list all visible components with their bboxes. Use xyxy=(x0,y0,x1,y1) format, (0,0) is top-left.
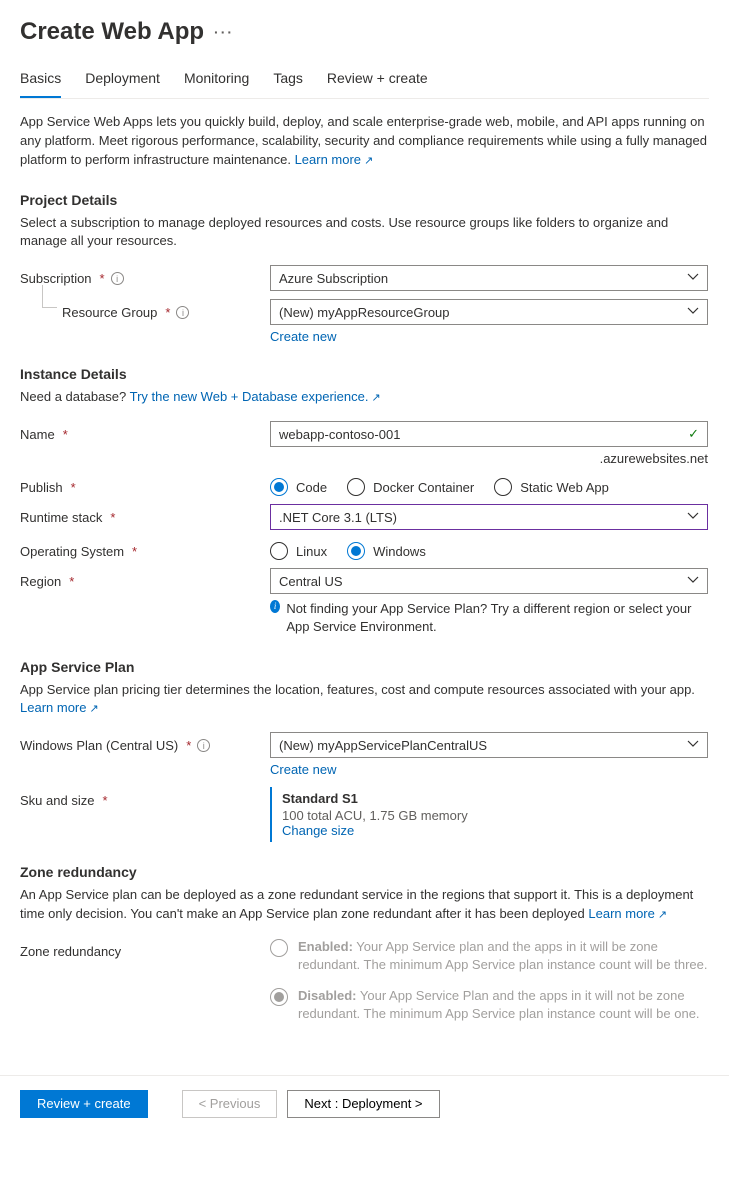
publish-radio-static[interactable]: Static Web App xyxy=(494,478,609,496)
tabs: Basics Deployment Monitoring Tags Review… xyxy=(20,70,709,99)
asp-heading: App Service Plan xyxy=(20,659,709,675)
name-label: Name xyxy=(20,427,55,442)
intro-text: App Service Web Apps lets you quickly bu… xyxy=(20,113,709,170)
page-title-text: Create Web App xyxy=(20,18,204,46)
sku-name: Standard S1 xyxy=(282,791,708,806)
name-input[interactable]: webapp-contoso-001 ✓ xyxy=(270,421,708,447)
zone-radio-enabled[interactable]: Enabled: Your App Service plan and the a… xyxy=(270,938,709,974)
info-icon[interactable]: i xyxy=(197,739,210,752)
resource-group-label: Resource Group xyxy=(62,305,157,320)
zone-label: Zone redundancy xyxy=(20,944,121,959)
chevron-down-icon xyxy=(687,305,699,320)
required-icon: * xyxy=(165,305,170,320)
tab-deployment[interactable]: Deployment xyxy=(85,70,160,98)
runtime-select[interactable]: .NET Core 3.1 (LTS) xyxy=(270,504,708,530)
review-create-button[interactable]: Review + create xyxy=(20,1090,148,1118)
os-linux-label: Linux xyxy=(296,544,327,559)
required-icon: * xyxy=(69,574,74,589)
footer-bar: Review + create < Previous Next : Deploy… xyxy=(0,1075,729,1138)
subscription-value: Azure Subscription xyxy=(279,271,388,286)
page-title: Create Web App ··· xyxy=(20,18,709,46)
create-new-plan-link[interactable]: Create new xyxy=(270,762,336,777)
tab-monitoring[interactable]: Monitoring xyxy=(184,70,249,98)
asp-desc-text: App Service plan pricing tier determines… xyxy=(20,682,695,697)
instance-db-prompt: Need a database? Try the new Web + Datab… xyxy=(20,388,709,407)
sku-box: Standard S1 100 total ACU, 1.75 GB memor… xyxy=(270,787,708,842)
web-database-link[interactable]: Try the new Web + Database experience. xyxy=(130,389,381,404)
tab-review-create[interactable]: Review + create xyxy=(327,70,428,98)
zone-desc: An App Service plan can be deployed as a… xyxy=(20,886,709,924)
next-button[interactable]: Next : Deployment > xyxy=(287,1090,439,1118)
subscription-select[interactable]: Azure Subscription xyxy=(270,265,708,291)
runtime-label: Runtime stack xyxy=(20,510,102,525)
db-prompt-text: Need a database? xyxy=(20,389,130,404)
required-icon: * xyxy=(71,480,76,495)
chevron-down-icon xyxy=(687,271,699,286)
asp-desc: App Service plan pricing tier determines… xyxy=(20,681,709,719)
chevron-down-icon xyxy=(687,738,699,753)
resource-group-select[interactable]: (New) myAppResourceGroup xyxy=(270,299,708,325)
os-windows-label: Windows xyxy=(373,544,426,559)
required-icon: * xyxy=(132,544,137,559)
required-icon: * xyxy=(63,427,68,442)
os-radio-windows[interactable]: Windows xyxy=(347,542,426,560)
create-new-rg-link[interactable]: Create new xyxy=(270,329,336,344)
sku-desc: 100 total ACU, 1.75 GB memory xyxy=(282,808,708,823)
name-value: webapp-contoso-001 xyxy=(279,427,400,442)
zone-enabled-title: Enabled: xyxy=(298,939,353,954)
chevron-down-icon xyxy=(687,574,699,589)
publish-radio-docker[interactable]: Docker Container xyxy=(347,478,474,496)
info-icon[interactable]: i xyxy=(176,306,189,319)
plan-value: (New) myAppServicePlanCentralUS xyxy=(279,738,487,753)
required-icon: * xyxy=(186,738,191,753)
plan-select[interactable]: (New) myAppServicePlanCentralUS xyxy=(270,732,708,758)
plan-label: Windows Plan (Central US) xyxy=(20,738,178,753)
asp-learn-more-link[interactable]: Learn more xyxy=(20,700,99,715)
zone-disabled-title: Disabled: xyxy=(298,988,357,1003)
more-icon[interactable]: ··· xyxy=(214,24,234,40)
region-value: Central US xyxy=(279,574,343,589)
publish-code-label: Code xyxy=(296,480,327,495)
publish-docker-label: Docker Container xyxy=(373,480,474,495)
region-label: Region xyxy=(20,574,61,589)
zone-radio-disabled[interactable]: Disabled: Your App Service Plan and the … xyxy=(270,987,709,1023)
sku-label: Sku and size xyxy=(20,793,94,808)
zone-disabled-desc: Your App Service Plan and the apps in it… xyxy=(298,988,700,1021)
project-details-heading: Project Details xyxy=(20,192,709,208)
tab-basics[interactable]: Basics xyxy=(20,70,61,98)
subscription-label: Subscription xyxy=(20,271,92,286)
region-note: Not finding your App Service Plan? Try a… xyxy=(286,600,708,636)
resource-group-value: (New) myAppResourceGroup xyxy=(279,305,450,320)
chevron-down-icon xyxy=(687,510,699,525)
zone-heading: Zone redundancy xyxy=(20,864,709,880)
region-select[interactable]: Central US xyxy=(270,568,708,594)
os-radio-linux[interactable]: Linux xyxy=(270,542,327,560)
runtime-value: .NET Core 3.1 (LTS) xyxy=(279,510,397,525)
domain-suffix: .azurewebsites.net xyxy=(270,451,708,466)
check-icon: ✓ xyxy=(688,426,699,442)
info-icon: i xyxy=(270,600,280,613)
previous-button: < Previous xyxy=(182,1090,278,1118)
required-icon: * xyxy=(100,271,105,286)
publish-label: Publish xyxy=(20,480,63,495)
zone-enabled-desc: Your App Service plan and the apps in it… xyxy=(298,939,708,972)
required-icon: * xyxy=(110,510,115,525)
publish-static-label: Static Web App xyxy=(520,480,609,495)
required-icon: * xyxy=(102,793,107,808)
tab-tags[interactable]: Tags xyxy=(273,70,303,98)
instance-details-heading: Instance Details xyxy=(20,366,709,382)
os-label: Operating System xyxy=(20,544,124,559)
change-size-link[interactable]: Change size xyxy=(282,823,354,838)
info-icon[interactable]: i xyxy=(111,272,124,285)
zone-learn-more-link[interactable]: Learn more xyxy=(588,906,667,921)
publish-radio-code[interactable]: Code xyxy=(270,478,327,496)
project-details-desc: Select a subscription to manage deployed… xyxy=(20,214,709,252)
intro-learn-more-link[interactable]: Learn more xyxy=(295,152,374,167)
